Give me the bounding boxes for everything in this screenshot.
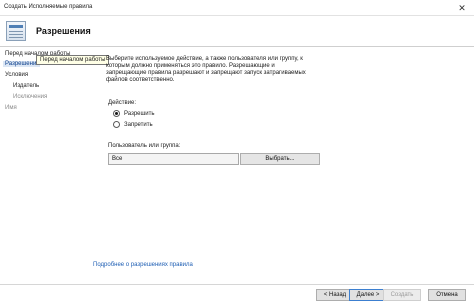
window-title: Создать Исполняемые правила (4, 4, 93, 10)
close-icon[interactable]: ✕ (450, 0, 474, 16)
action-label: Действие: (108, 100, 137, 106)
user-group-field[interactable]: Все (108, 153, 239, 165)
sidebar-item-publisher[interactable]: Издатель (13, 83, 39, 89)
user-group-label: Пользователь или группа: (108, 143, 181, 149)
sidebar-item-exceptions[interactable]: Исключения (13, 94, 47, 100)
page-title: Разрешения (36, 26, 91, 36)
deny-radio[interactable] (113, 121, 120, 128)
allow-radio[interactable] (113, 110, 120, 117)
wizard-steps: Перед началом работы Разрешения Условия … (0, 48, 80, 284)
allow-radio-label[interactable]: Разрешить (124, 111, 155, 117)
main-content: Выберите используемое действие, а также … (90, 48, 470, 284)
next-button[interactable]: Далее > (349, 289, 387, 301)
wizard-footer: < Назад Далее > Создать Отмена (0, 284, 474, 306)
sidebar-item-permissions[interactable]: Разрешения (3, 61, 40, 67)
wizard-header: Разрешения (0, 17, 474, 47)
more-about-permissions-link[interactable]: Подробнее о разрешениях правила (93, 262, 193, 268)
description-text: Выберите используемое действие, а также … (106, 56, 306, 83)
cancel-button[interactable]: Отмена (428, 289, 466, 301)
deny-radio-label[interactable]: Запретить (124, 122, 153, 128)
sidebar-item-conditions[interactable]: Условия (5, 72, 28, 78)
create-button[interactable]: Создать (383, 289, 421, 301)
select-button[interactable]: Выбрать... (240, 153, 320, 165)
sidebar-item-name[interactable]: Имя (5, 105, 17, 111)
rule-icon (6, 21, 26, 41)
title-bar: Создать Исполняемые правила ✕ (0, 0, 474, 16)
